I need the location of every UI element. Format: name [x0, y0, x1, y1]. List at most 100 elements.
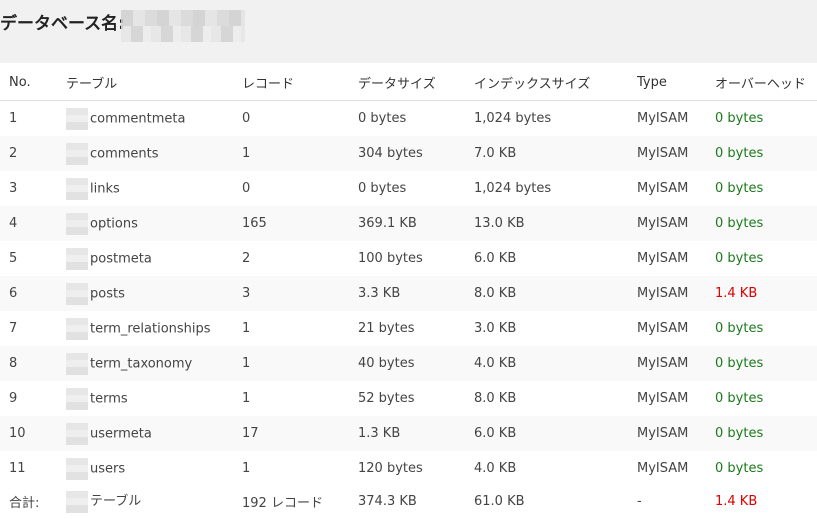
- cell-index-size: 4.0 KB: [474, 461, 517, 476]
- table-row: 7 term_relationships 1 21 bytes 3.0 KB MyISAM…: [0, 311, 817, 346]
- total-tables-label: テーブル: [90, 494, 142, 510]
- total-row: 合計: テーブル 192 レコード 374.3 KB 61.0 KB - 1.4…: [0, 486, 817, 517]
- cell-data-size: 120 bytes: [358, 461, 423, 476]
- cell-index-size: 13.0 KB: [474, 206, 637, 241]
- redacted-prefix: [66, 457, 88, 480]
- column-header-no: No.: [0, 64, 66, 101]
- table-name-label: posts: [90, 286, 125, 301]
- table-name-label: usermeta: [90, 426, 152, 441]
- total-type: -: [637, 494, 642, 509]
- cell-data-size: 3.3 KB: [358, 276, 474, 311]
- table-header-row: No. テーブル レコード データサイズ インデックスサイズ Type オーバー…: [0, 64, 817, 101]
- cell-index-size: 1,024 bytes: [474, 111, 552, 126]
- cell-no: 7: [9, 321, 18, 336]
- column-header-records: レコード: [242, 64, 358, 101]
- redacted-prefix: [66, 422, 88, 445]
- cell-index-size: 6.0 KB: [474, 251, 517, 266]
- total-tables: テーブル: [66, 486, 242, 517]
- table-row: 4 options 165 369.1 KB 13.0 KB MyISAM 0 bytes: [0, 206, 817, 241]
- table-row: 8 term_taxonomy 1 40 bytes 4.0 KB MyISAM 0 byt…: [0, 346, 817, 381]
- table-row: 11 users 1 120 bytes 4.0 KB MyISAM 0 bytes: [0, 451, 817, 486]
- cell-overhead: 0 bytes: [715, 181, 764, 196]
- cell-data-size: 52 bytes: [358, 391, 415, 406]
- cell-data-size: 0 bytes: [358, 111, 407, 126]
- cell-no: 2: [0, 136, 66, 171]
- cell-no: 9: [9, 391, 18, 406]
- cell-type: MyISAM: [637, 416, 715, 451]
- column-header-table: テーブル: [66, 64, 242, 101]
- cell-records: 1: [242, 136, 358, 171]
- table-name-label: links: [90, 181, 120, 196]
- cell-overhead: 0 bytes: [715, 346, 817, 381]
- cell-overhead: 0 bytes: [715, 461, 764, 476]
- cell-records: 2: [242, 251, 251, 266]
- table-name-label: postmeta: [90, 251, 152, 266]
- cell-data-size: 0 bytes: [358, 181, 407, 196]
- cell-records: 0: [242, 181, 251, 196]
- cell-overhead: 0 bytes: [715, 416, 817, 451]
- cell-no: 4: [0, 206, 66, 241]
- cell-type: MyISAM: [637, 206, 715, 241]
- total-data-size: 374.3 KB: [358, 494, 417, 509]
- cell-records: 1: [242, 321, 251, 336]
- cell-type: MyISAM: [637, 461, 689, 476]
- total-records: 192 レコード: [242, 496, 323, 511]
- cell-index-size: 1,024 bytes: [474, 181, 552, 196]
- table-name-label: users: [90, 461, 126, 476]
- redacted-prefix: [66, 142, 88, 165]
- cell-table-name: term_taxonomy: [66, 346, 242, 381]
- cell-overhead: 0 bytes: [715, 136, 817, 171]
- cell-index-size: 7.0 KB: [474, 136, 637, 171]
- table-row: 5 postmeta 2 100 bytes 6.0 KB MyISAM 0 bytes: [0, 241, 817, 276]
- table-row: 6 posts 3 3.3 KB 8.0 KB MyISAM 1.4 KB: [0, 276, 817, 311]
- cell-type: MyISAM: [637, 391, 689, 406]
- table-name-label: commentmeta: [90, 111, 186, 126]
- cell-type: MyISAM: [637, 181, 689, 196]
- cell-type: MyISAM: [637, 276, 715, 311]
- cell-records: 0: [242, 111, 251, 126]
- cell-no: 11: [9, 461, 26, 476]
- cell-records: 1: [242, 346, 358, 381]
- cell-overhead: 0 bytes: [715, 206, 817, 241]
- table-name-label: term_taxonomy: [90, 356, 193, 371]
- cell-table-name: postmeta: [66, 241, 242, 276]
- cell-records: 1: [242, 461, 251, 476]
- redacted-prefix: [66, 317, 88, 340]
- cell-overhead: 0 bytes: [715, 391, 764, 406]
- cell-overhead: 0 bytes: [715, 321, 764, 336]
- cell-no: 6: [0, 276, 66, 311]
- cell-index-size: 8.0 KB: [474, 276, 637, 311]
- total-label: 合計:: [9, 496, 40, 511]
- cell-table-name: term_relationships: [66, 311, 242, 346]
- cell-table-name: users: [66, 451, 242, 486]
- cell-type: MyISAM: [637, 346, 715, 381]
- table-name-label: comments: [90, 146, 159, 161]
- column-header-overhead: オーバーヘッド: [715, 64, 817, 101]
- table-row: 2 comments 1 304 bytes 7.0 KB MyISAM 0 bytes: [0, 136, 817, 171]
- redacted-prefix: [66, 107, 88, 130]
- cell-index-size: 8.0 KB: [474, 391, 517, 406]
- cell-records: 1: [242, 391, 251, 406]
- cell-index-size: 4.0 KB: [474, 346, 637, 381]
- redacted-prefix: [66, 352, 88, 375]
- cell-data-size: 304 bytes: [358, 136, 474, 171]
- cell-type: MyISAM: [637, 251, 689, 266]
- redacted-prefix: [66, 387, 88, 410]
- column-header-type: Type: [637, 64, 715, 101]
- cell-data-size: 100 bytes: [358, 251, 423, 266]
- redacted-prefix: [66, 212, 88, 235]
- cell-table-name: posts: [66, 276, 242, 311]
- cell-records: 3: [242, 276, 358, 311]
- cell-table-name: terms: [66, 381, 242, 416]
- database-name-redacted: [121, 10, 245, 42]
- table-name-label: terms: [90, 391, 128, 406]
- table-row: 3 links 0 0 bytes 1,024 bytes MyISAM 0 bytes: [0, 171, 817, 206]
- cell-index-size: 6.0 KB: [474, 416, 637, 451]
- column-header-data-size: データサイズ: [358, 64, 474, 101]
- cell-data-size: 369.1 KB: [358, 206, 474, 241]
- cell-data-size: 40 bytes: [358, 346, 474, 381]
- cell-overhead: 0 bytes: [715, 251, 764, 266]
- database-name-title: データベース名:: [0, 14, 125, 34]
- cell-type: MyISAM: [637, 111, 689, 126]
- table-body: 1 commentmeta 0 0 bytes 1,024 bytes MyISAM 0 b…: [0, 101, 817, 487]
